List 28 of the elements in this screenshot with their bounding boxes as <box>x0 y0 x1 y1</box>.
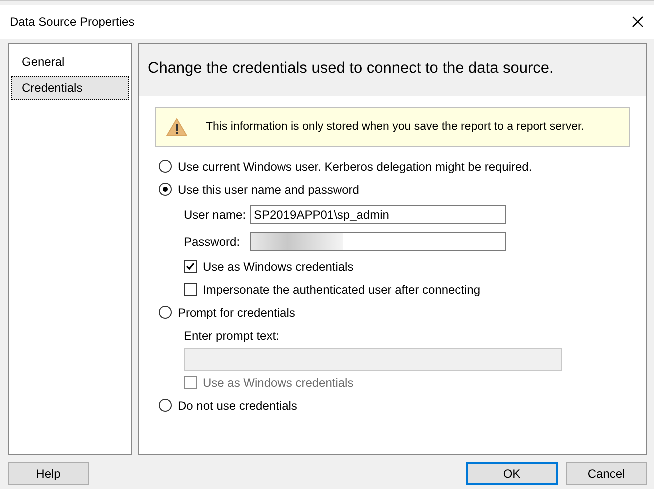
ok-button[interactable]: OK <box>466 462 558 485</box>
warning-icon <box>166 118 188 136</box>
radio-option[interactable]: Use this user name and password <box>155 178 630 201</box>
window-title: Data Source Properties <box>10 15 135 29</box>
checkbox-option[interactable]: Impersonate the authenticated user after connecting <box>155 278 630 301</box>
page-heading: Change the credentials used to connect to the data source. <box>148 60 554 77</box>
sidebar-item[interactable]: General <box>11 50 129 74</box>
checkbox[interactable] <box>184 283 197 296</box>
cancel-button[interactable]: Cancel <box>566 462 647 485</box>
checkbox-option[interactable]: Use as Windows credentials <box>155 255 630 278</box>
radio-button[interactable] <box>159 399 172 412</box>
radio-button[interactable] <box>159 160 172 173</box>
radio-button[interactable] <box>159 183 172 196</box>
field-label: User name: <box>184 208 248 222</box>
sidebar-item[interactable]: Credentials <box>11 76 129 100</box>
radio-option[interactable]: Prompt for credentials <box>155 301 630 324</box>
checkbox[interactable] <box>184 260 197 273</box>
checkmark-icon <box>186 262 195 271</box>
field-label: Password: <box>184 234 242 248</box>
notice-text: This information is only stored when you save the report to a report server. <box>206 121 584 133</box>
close-icon[interactable] <box>632 16 644 28</box>
input-field[interactable] <box>250 232 506 251</box>
field-label: Enter prompt text: <box>184 329 280 343</box>
help-button[interactable]: Help <box>8 462 89 485</box>
input-field[interactable]: SP2019APP01\sp_admin <box>250 205 506 224</box>
radio-option[interactable]: Use current Windows user. Kerberos delegation might be required. <box>155 155 630 178</box>
radio-option[interactable]: Do not use credentials <box>155 394 630 417</box>
radio-button[interactable] <box>159 306 172 319</box>
